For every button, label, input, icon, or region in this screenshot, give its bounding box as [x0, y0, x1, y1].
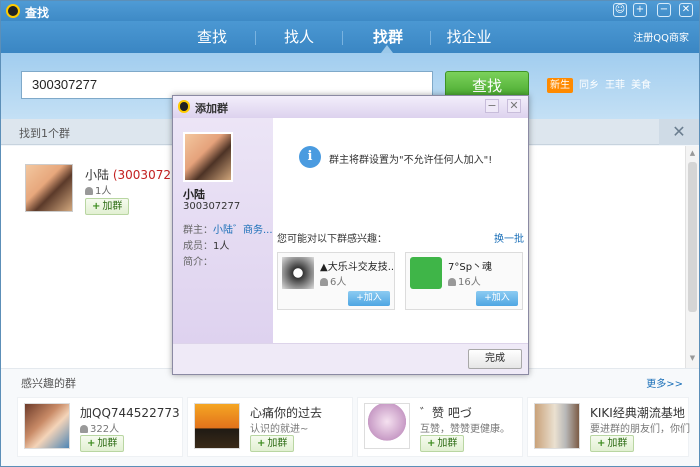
tab-find-enterprise[interactable]: 找企业 — [429, 26, 509, 47]
interest-section: 感兴趣的群 更多>> 加QQ744522773 322人 + 加群 心痛你的过去 … — [1, 368, 699, 466]
active-tab-indicator — [381, 45, 393, 53]
group-name[interactable]: 小陆 — [85, 168, 109, 182]
dialog-close-button[interactable]: ✕ — [507, 99, 521, 113]
tab-find-people[interactable]: 找人 — [259, 26, 339, 47]
find-window: 查找 ☺ + − ✕ 查找 找人 找群 找企业 注册QQ商家 300307277… — [0, 0, 700, 467]
scroll-down-icon[interactable]: ▼ — [688, 354, 697, 363]
join-group-button[interactable]: + 加群 — [85, 198, 130, 215]
person-icon — [448, 278, 456, 286]
tag-faye-wong[interactable]: 王菲 — [602, 78, 628, 93]
window-title: 查找 — [25, 6, 50, 20]
group-avatar[interactable] — [534, 403, 580, 449]
members-row: 成员：1人 — [183, 241, 230, 252]
tab-separator — [342, 31, 343, 45]
group-avatar — [183, 132, 233, 182]
result-count: 找到1个群 — [19, 127, 70, 140]
card-members: 16人 — [448, 273, 481, 288]
notice-text: 群主将群设置为"不允许任何人加入"! — [329, 155, 493, 166]
card-name[interactable]: 加QQ744522773 — [80, 404, 180, 421]
join-group-button[interactable]: + 加群 — [250, 435, 295, 452]
done-button[interactable]: 完成 — [468, 349, 522, 369]
interest-card[interactable]: 心痛你的过去 认识的就进~ + 加群 — [187, 397, 353, 457]
card-members: 6人 — [320, 273, 346, 288]
interest-card[interactable]: ゛赞 吧づ 互赞，赞赞更健康。 + 加群 — [357, 397, 523, 457]
qq-penguin-icon — [6, 4, 20, 18]
qq-penguin-icon — [178, 100, 190, 113]
scrollbar[interactable]: ▲ ▼ — [685, 146, 699, 368]
card-name[interactable]: ▲大乐斗交友技... — [320, 258, 394, 273]
group-avatar[interactable] — [364, 403, 410, 449]
group-avatar[interactable] — [282, 257, 314, 289]
refresh-link[interactable]: 换一批 — [494, 230, 524, 245]
owner-link[interactable]: 小陆゛商务... — [213, 225, 273, 236]
title-bar: 查找 ☺ + − ✕ — [1, 1, 699, 21]
card-name[interactable]: 7°Sp丶魂 — [448, 258, 522, 273]
card-name[interactable]: KIKI经典潮流基地 — [590, 404, 685, 421]
card-description: 认识的就进~ — [250, 424, 309, 435]
group-avatar[interactable] — [25, 164, 73, 212]
card-name[interactable]: 心痛你的过去 — [250, 404, 322, 421]
intro-row: 简介： — [183, 257, 213, 268]
tab-find[interactable]: 查找 — [172, 26, 252, 47]
card-description: 互赞，赞赞更健康。 — [420, 424, 510, 435]
suggested-group-card[interactable]: 7°Sp丶魂 16人 +加入 — [405, 252, 523, 310]
skin-icon[interactable]: ☺ — [613, 3, 627, 17]
plus-icon: + — [427, 438, 436, 449]
more-link[interactable]: 更多>> — [646, 375, 683, 390]
group-avatar[interactable] — [194, 403, 240, 449]
group-info-panel: 小陆 300307277 群主：小陆゛商务... 成员：1人 简介： — [173, 118, 273, 343]
tab-find-group[interactable]: 找群 — [348, 26, 428, 47]
join-group-button[interactable]: + 加群 — [420, 435, 465, 452]
tab-separator — [255, 31, 256, 45]
card-name[interactable]: ゛赞 吧づ — [420, 404, 472, 421]
interest-card[interactable]: KIKI经典潮流基地 要进群的朋友们，你们 + 加群 — [527, 397, 690, 457]
tag-hometown[interactable]: 同乡 — [576, 78, 602, 93]
add-group-dialog: 添加群 − ✕ 小陆 300307277 群主：小陆゛商务... 成员：1人 简… — [172, 95, 529, 375]
person-icon — [80, 425, 88, 433]
plus-icon: + — [257, 438, 266, 449]
dialog-title-bar: 添加群 − ✕ — [173, 96, 528, 118]
card-description: 要进群的朋友们，你们 — [590, 424, 690, 435]
header-tabs: 查找 找人 找群 找企业 注册QQ商家 — [1, 21, 699, 53]
plus-icon: + — [92, 201, 101, 212]
minimize-button[interactable]: − — [657, 3, 671, 17]
dialog-title: 添加群 — [195, 102, 228, 115]
close-button[interactable]: ✕ — [679, 3, 693, 17]
group-number: 300307277 — [183, 201, 241, 212]
add-icon[interactable]: + — [633, 3, 647, 17]
member-count: 1人 — [85, 182, 111, 197]
scroll-up-icon[interactable]: ▲ — [688, 149, 697, 158]
close-results-icon[interactable]: ✕ — [659, 119, 699, 145]
plus-icon: + — [597, 438, 606, 449]
group-avatar[interactable] — [24, 403, 70, 449]
group-name: 小陆 — [183, 188, 205, 201]
card-members: 322人 — [80, 420, 119, 435]
join-group-button[interactable]: + 加群 — [590, 435, 635, 452]
plus-icon: + — [87, 438, 96, 449]
gamepad-icon[interactable] — [410, 257, 442, 289]
scroll-thumb[interactable] — [688, 162, 697, 312]
dialog-footer: 完成 — [173, 343, 528, 374]
dialog-content: i 群主将群设置为"不允许任何人加入"! 您可能对以下群感兴趣： 换一批 ▲大乐… — [273, 118, 528, 343]
join-group-button[interactable]: + 加群 — [80, 435, 125, 452]
interest-title: 感兴趣的群 — [21, 377, 76, 390]
info-icon: i — [299, 146, 321, 168]
tag-food[interactable]: 美食 — [628, 78, 654, 93]
register-business-link[interactable]: 注册QQ商家 — [633, 29, 689, 44]
owner-row: 群主：小陆゛商务... — [183, 225, 273, 236]
suggest-label: 您可能对以下群感兴趣： — [277, 234, 387, 245]
person-icon — [85, 187, 93, 195]
join-group-button[interactable]: +加入 — [348, 291, 390, 306]
suggested-group-card[interactable]: ▲大乐斗交友技... 6人 +加入 — [277, 252, 395, 310]
dialog-minimize-button[interactable]: − — [485, 99, 499, 113]
interest-card[interactable]: 加QQ744522773 322人 + 加群 — [17, 397, 183, 457]
person-icon — [320, 278, 328, 286]
tag-new-student[interactable]: 新生 — [547, 78, 573, 93]
join-group-button[interactable]: +加入 — [476, 291, 518, 306]
